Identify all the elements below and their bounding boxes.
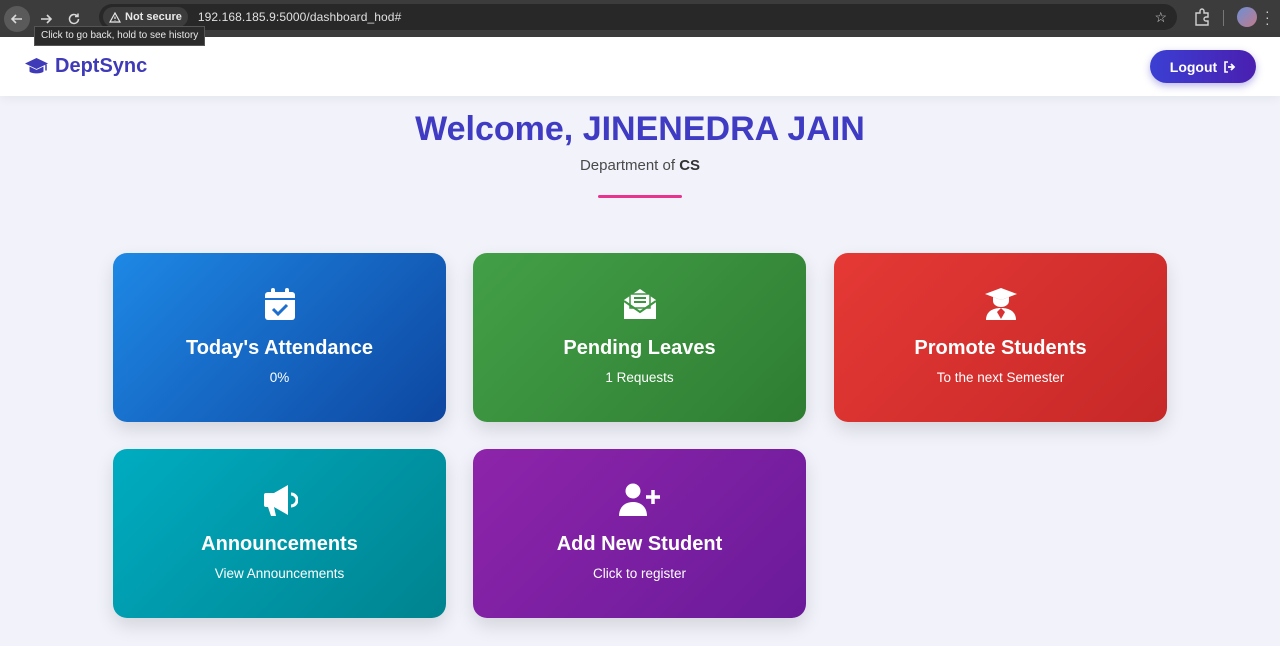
user-plus-icon — [618, 483, 660, 516]
title-divider — [598, 195, 682, 198]
department-prefix: Department of — [579, 157, 676, 174]
arrow-right-icon — [41, 13, 53, 24]
extensions-icon[interactable] — [1192, 7, 1212, 27]
card-subtitle: Click to register — [592, 566, 687, 581]
profile-avatar[interactable] — [1237, 7, 1257, 27]
pending-leaves-card[interactable]: Pending Leaves 1 Requests — [473, 253, 806, 422]
card-title: Announcements — [201, 533, 358, 555]
security-label: Not secure — [125, 11, 182, 23]
bookmark-star-icon[interactable]: ☆ — [1154, 9, 1167, 26]
attendance-card[interactable]: Today's Attendance 0% — [113, 253, 446, 422]
reload-icon — [68, 13, 80, 24]
envelope-open-icon — [622, 289, 657, 319]
announcements-card[interactable]: Announcements View Announcements — [113, 449, 446, 618]
promote-students-card[interactable]: Promote Students To the next Semester — [834, 253, 1167, 422]
card-subtitle: View Announcements — [214, 566, 345, 581]
arrow-left-icon — [10, 13, 22, 24]
card-title: Today's Attendance — [185, 337, 373, 359]
url-text[interactable]: 192.168.185.9:5000/dashboard_hod# — [198, 10, 402, 24]
department-name: CS — [679, 157, 701, 174]
add-student-card[interactable]: Add New Student Click to register — [473, 449, 806, 618]
back-tooltip: Click to go back, hold to see history — [34, 26, 206, 46]
brand-name: DeptSync — [55, 55, 148, 77]
card-subtitle: To the next Semester — [936, 370, 1065, 385]
back-button[interactable] — [4, 5, 30, 32]
card-title: Add New Student — [556, 533, 723, 555]
sign-out-icon — [1224, 60, 1236, 73]
card-subtitle: 0% — [269, 370, 290, 385]
card-title: Promote Students — [914, 337, 1087, 359]
browser-menu-icon[interactable]: · · · — [1265, 4, 1270, 30]
card-subtitle: 1 Requests — [605, 370, 674, 385]
brand-logo[interactable]: DeptSync — [24, 55, 147, 78]
address-bar[interactable]: Not secure 192.168.185.9:5000/dashboard_… — [99, 4, 1177, 30]
toolbar-separator — [1223, 10, 1224, 26]
megaphone-icon — [263, 485, 298, 516]
calendar-check-icon — [264, 288, 295, 320]
warning-icon — [109, 11, 121, 23]
logout-button[interactable]: Logout — [1150, 50, 1256, 83]
security-indicator[interactable]: Not secure — [103, 7, 188, 27]
graduation-cap-icon — [25, 57, 48, 73]
logout-label: Logout — [1169, 58, 1218, 75]
graduate-icon — [984, 288, 1017, 320]
page-title: Welcome, JINENEDRA JAIN — [415, 110, 865, 148]
department-line: Department of CS — [0, 157, 1280, 174]
card-title: Pending Leaves — [563, 337, 716, 359]
